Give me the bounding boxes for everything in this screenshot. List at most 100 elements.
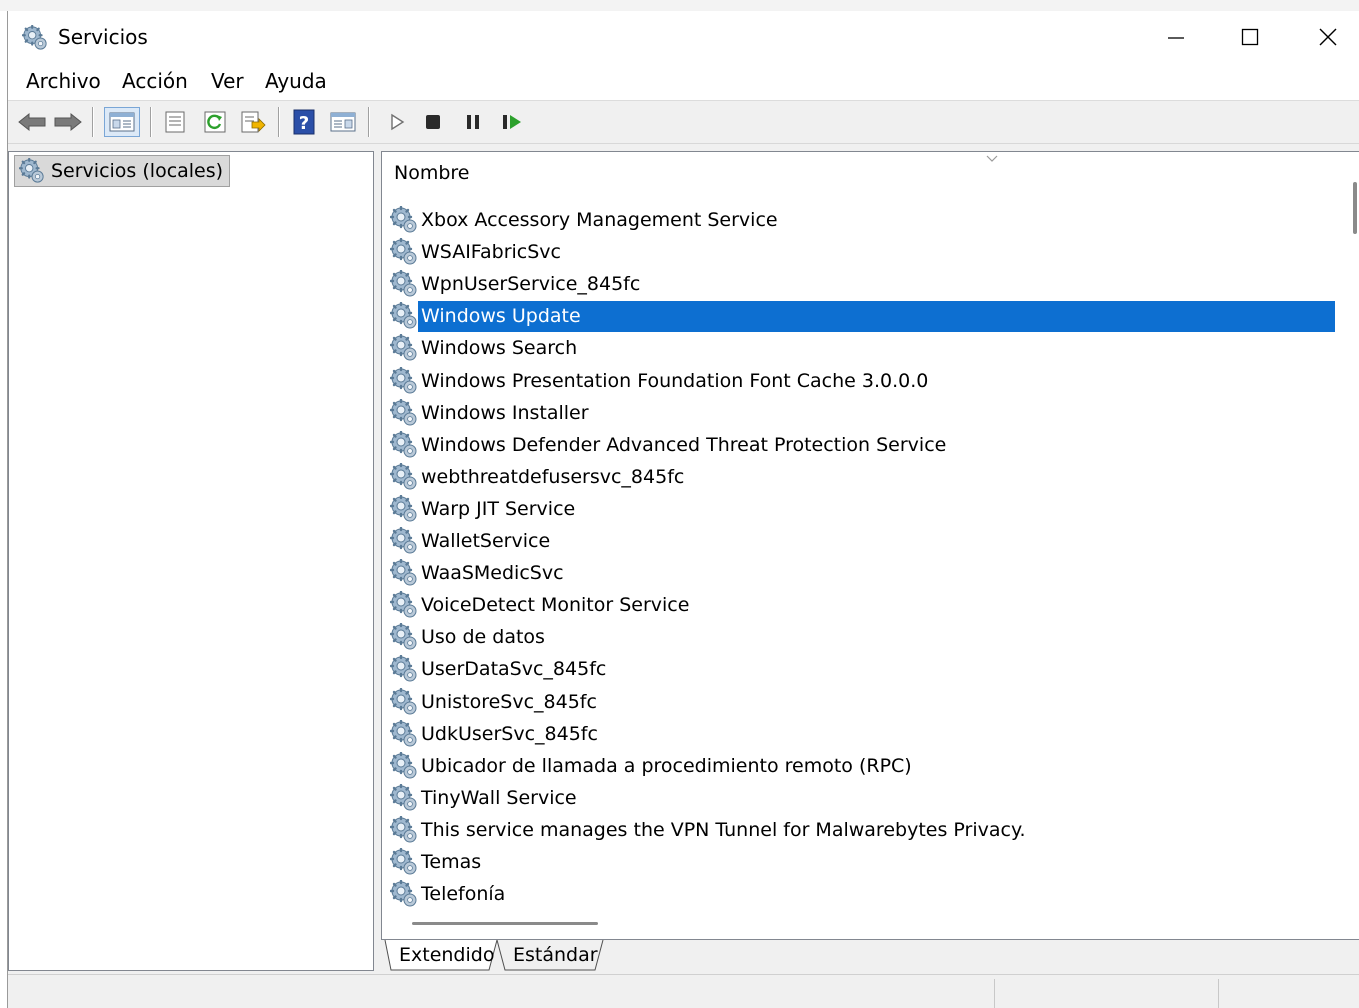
service-name: Ubicador de llamada a procedimiento remo… [421, 754, 912, 777]
service-gear-icon [390, 720, 418, 748]
service-row[interactable]: WSAIFabricSvc [390, 236, 1335, 268]
horizontal-scrollbar-thumb[interactable] [412, 922, 598, 925]
export-list-button[interactable] [238, 107, 268, 137]
service-gear-icon [390, 367, 418, 395]
service-name: This service manages the VPN Tunnel for … [421, 818, 1026, 841]
service-name: WalletService [421, 529, 551, 552]
service-name: UnistoreSvc_845fc [421, 690, 597, 713]
service-gear-icon [390, 688, 418, 716]
forward-button[interactable] [52, 107, 84, 137]
start-service-button[interactable] [384, 107, 410, 137]
refresh-button[interactable] [200, 107, 230, 137]
properties-icon [165, 111, 185, 133]
service-row[interactable]: Windows Presentation Foundation Font Cac… [390, 365, 1335, 397]
service-row[interactable]: Windows Update [390, 300, 1335, 332]
service-gear-icon [390, 559, 418, 587]
service-row[interactable]: UserDataSvc_845fc [390, 653, 1335, 685]
service-name: VoiceDetect Monitor Service [421, 593, 690, 616]
service-row[interactable]: UdkUserSvc_845fc [390, 718, 1335, 750]
service-row[interactable]: VoiceDetect Monitor Service [390, 589, 1335, 621]
menu-ayuda[interactable]: Ayuda [265, 69, 327, 93]
back-button[interactable] [16, 107, 48, 137]
service-name: Xbox Accessory Management Service [421, 208, 778, 231]
service-row[interactable]: Warp JIT Service [390, 493, 1335, 525]
play-icon [391, 113, 405, 131]
service-row[interactable]: WalletService [390, 525, 1335, 557]
service-name: WSAIFabricSvc [421, 240, 561, 263]
service-row[interactable]: WaaSMedicSvc [390, 557, 1335, 589]
service-name: UserDataSvc_845fc [421, 657, 607, 680]
service-gear-icon [390, 848, 418, 876]
menu-bar: Archivo Acción Ver Ayuda [8, 63, 1359, 101]
resume-service-button[interactable] [498, 107, 526, 137]
service-row[interactable]: Windows Defender Advanced Threat Protect… [390, 429, 1335, 461]
services-gear-icon [22, 25, 48, 51]
column-header-nombre[interactable]: Nombre [382, 152, 1337, 194]
help-button[interactable]: ? [290, 107, 318, 137]
resume-icon [503, 115, 521, 129]
menu-archivo[interactable]: Archivo [26, 69, 101, 93]
services-list-pane: Nombre Xbox Accessory Management Service… [381, 151, 1359, 941]
back-arrow-icon [18, 112, 46, 132]
service-row[interactable]: Xbox Accessory Management Service [390, 204, 1335, 236]
sort-descending-icon [986, 155, 998, 162]
service-row[interactable]: Windows Search [390, 332, 1335, 364]
service-gear-icon [390, 816, 418, 844]
refresh-icon [204, 111, 226, 133]
service-gear-icon [390, 527, 418, 555]
minimize-button[interactable] [1138, 11, 1214, 63]
title-bar[interactable]: Servicios [8, 11, 1359, 63]
service-name: Windows Presentation Foundation Font Cac… [421, 369, 929, 392]
show-hide-action-pane-button[interactable] [328, 107, 358, 137]
tab-extendido[interactable]: Extendido [399, 940, 494, 970]
service-gear-icon [390, 655, 418, 683]
service-gear-icon [390, 752, 418, 780]
service-row[interactable]: Uso de datos [390, 621, 1335, 653]
service-name: WaaSMedicSvc [421, 561, 564, 584]
pause-icon [467, 115, 479, 129]
close-button[interactable] [1290, 11, 1359, 63]
service-gear-icon [390, 463, 418, 491]
tab-estandar[interactable]: Estándar [513, 940, 598, 970]
service-row[interactable]: TinyWall Service [390, 782, 1335, 814]
service-gear-icon [390, 623, 418, 651]
menu-ver[interactable]: Ver [211, 69, 244, 93]
service-row[interactable]: Ubicador de llamada a procedimiento remo… [390, 750, 1335, 782]
export-list-icon [241, 111, 266, 133]
help-icon: ? [293, 109, 315, 135]
show-hide-console-tree-button[interactable] [104, 107, 140, 137]
service-row[interactable]: webthreatdefusersvc_845fc [390, 461, 1335, 493]
action-pane-icon [330, 112, 356, 132]
toolbar-separator [278, 107, 280, 137]
toolbar: ? [8, 101, 1359, 144]
menu-accion[interactable]: Acción [122, 69, 188, 93]
service-name: UdkUserSvc_845fc [421, 722, 598, 745]
window-title: Servicios [58, 25, 148, 49]
service-gear-icon [390, 270, 418, 298]
service-row[interactable]: Temas [390, 846, 1335, 878]
tree-node-servicios-locales[interactable]: Servicios (locales) [14, 155, 231, 187]
service-row[interactable]: Windows Installer [390, 397, 1335, 429]
properties-button[interactable] [160, 107, 190, 137]
maximize-button[interactable] [1212, 11, 1288, 63]
service-gear-icon [390, 206, 418, 234]
service-row[interactable]: UnistoreSvc_845fc [390, 686, 1335, 718]
console-tree: Servicios (locales) [8, 151, 374, 971]
service-gear-icon [390, 784, 418, 812]
service-name: Uso de datos [421, 625, 545, 648]
service-name: Windows Search [421, 336, 578, 359]
vertical-scrollbar-thumb[interactable] [1353, 182, 1357, 234]
service-name: Windows Defender Advanced Threat Protect… [421, 433, 947, 456]
service-row[interactable]: This service manages the VPN Tunnel for … [390, 814, 1335, 846]
pause-service-button[interactable] [460, 107, 486, 137]
service-gear-icon [390, 591, 418, 619]
service-name: TinyWall Service [421, 786, 577, 809]
service-name: Warp JIT Service [421, 497, 576, 520]
service-name: Telefonía [421, 882, 506, 905]
service-row[interactable]: Telefonía [390, 878, 1335, 910]
stop-service-button[interactable] [420, 107, 446, 137]
svg-text:?: ? [299, 113, 309, 134]
services-window: Servicios Archivo Acción Ver Ayuda ? Ser… [7, 11, 1359, 1008]
service-row[interactable]: WpnUserService_845fc [390, 268, 1335, 300]
console-tree-icon [109, 112, 135, 132]
